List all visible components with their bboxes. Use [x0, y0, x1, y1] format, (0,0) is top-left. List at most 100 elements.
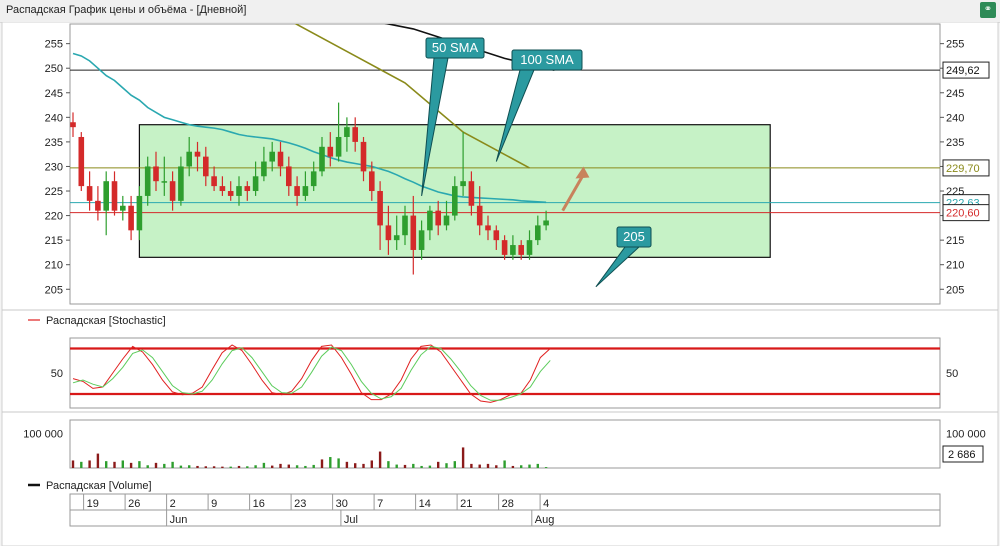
candle-body — [452, 186, 458, 216]
candle-body — [327, 146, 334, 157]
y-tick-label-left: 245 — [45, 88, 63, 100]
time-axis: 19 26 2 9 16 23 30 7 14 21 28 4 Jun Jul Aug — [69, 493, 941, 527]
volume-bar — [96, 453, 100, 468]
day-tick-label: 28 — [502, 498, 514, 510]
volume-bar — [544, 467, 548, 468]
volume-bar — [478, 464, 481, 468]
candle-body — [369, 171, 375, 192]
volume-bar — [403, 464, 407, 468]
day-tick-label: 26 — [128, 498, 140, 510]
volume-bar — [337, 458, 340, 468]
candle-body — [227, 191, 234, 196]
candle-body — [269, 151, 275, 162]
candle-body — [393, 235, 400, 241]
candle-body — [128, 205, 134, 231]
candle-body — [236, 186, 242, 196]
link-icon[interactable]: ⚭ — [980, 2, 996, 18]
candle-body — [144, 166, 151, 196]
candle-body — [310, 171, 317, 187]
y-tick-label-right: 255 — [946, 39, 964, 51]
candle-body — [70, 122, 76, 128]
volume-bar — [295, 465, 299, 468]
candle-body — [319, 146, 325, 172]
volume-bar — [345, 461, 349, 468]
y-tick-label-right: 210 — [946, 260, 964, 272]
y-tick-label-right: 235 — [946, 137, 964, 149]
volume-bar — [387, 461, 390, 468]
volume-bar — [179, 465, 183, 468]
y-tick-label-right: 215 — [946, 235, 964, 247]
volume-bar — [154, 462, 158, 468]
candle-body — [377, 191, 383, 226]
volume-bar — [204, 466, 207, 468]
volume-bar — [196, 465, 199, 468]
volume-bar — [287, 464, 290, 468]
volume-bar — [254, 465, 257, 468]
volume-bar — [113, 461, 116, 468]
volume-bar — [188, 465, 191, 468]
volume-bar — [279, 463, 282, 468]
volume-bar — [437, 461, 440, 468]
volume-bar — [262, 462, 266, 468]
candle-body — [178, 166, 184, 201]
y-tick-label-right: 205 — [946, 284, 964, 296]
volume-bar — [445, 463, 448, 468]
y-tick-label-left: 230 — [45, 161, 63, 173]
stochastic-legend: Распадская [Stochastic] — [46, 315, 166, 327]
candle-body — [460, 181, 466, 187]
stochastic-tick-right: 50 — [946, 368, 958, 380]
candle-body — [501, 240, 508, 255]
day-tick-label: 16 — [253, 498, 265, 510]
candle-body — [476, 205, 483, 226]
volume-bar — [121, 460, 124, 468]
day-tick-label: 19 — [87, 498, 99, 510]
y-tick-label-left: 225 — [45, 186, 63, 198]
volume-tick-left: 100 000 — [23, 429, 63, 441]
volume-bar — [520, 465, 523, 468]
volume-bar — [453, 461, 456, 468]
candle-body — [120, 205, 126, 211]
candle-body — [427, 210, 433, 231]
candle-body — [103, 181, 109, 211]
volume-bar — [503, 460, 506, 468]
candle-body — [277, 151, 284, 167]
volume-bar — [171, 461, 174, 468]
candle-body — [543, 220, 549, 226]
y-tick-label-left: 250 — [45, 63, 63, 75]
volume-bar — [88, 460, 91, 468]
candle-body — [294, 186, 300, 196]
volume-bar — [304, 465, 307, 468]
volume-bar — [461, 447, 465, 468]
candle-body — [203, 156, 209, 177]
volume-bar — [354, 463, 357, 468]
volume-bar — [412, 463, 415, 468]
candle-body — [360, 141, 367, 172]
volume-bar — [420, 465, 423, 468]
chart-window: Распадская График цены и объёма - [Дневн… — [0, 0, 1000, 546]
volume-bar — [329, 457, 332, 468]
candle-body — [261, 161, 267, 177]
candle-body — [418, 230, 425, 250]
month-tick-label: Jun — [170, 514, 188, 526]
candle-body — [78, 136, 85, 187]
candle-body — [385, 225, 392, 241]
candle-body — [410, 215, 417, 250]
volume-last-label: 2 686 — [948, 449, 976, 461]
day-tick-label: 2 — [170, 498, 176, 510]
volume-bar — [395, 464, 398, 468]
volume-bar — [378, 451, 382, 468]
volume-bar — [138, 461, 141, 468]
volume-bar — [146, 465, 149, 468]
candle-body — [443, 215, 450, 226]
candle-body — [526, 240, 533, 255]
candle-body — [153, 166, 159, 182]
volume-bar — [246, 466, 249, 468]
candle-body — [435, 210, 441, 226]
y-tick-label-left: 215 — [45, 235, 63, 247]
volume-tick-right: 100 000 — [946, 429, 986, 441]
volume-bar — [362, 463, 365, 468]
volume-bar — [80, 461, 83, 468]
day-tick-label: 30 — [336, 498, 348, 510]
window-title: Распадская График цены и объёма - [Дневн… — [6, 4, 247, 16]
y-tick-label-left: 210 — [45, 260, 63, 272]
